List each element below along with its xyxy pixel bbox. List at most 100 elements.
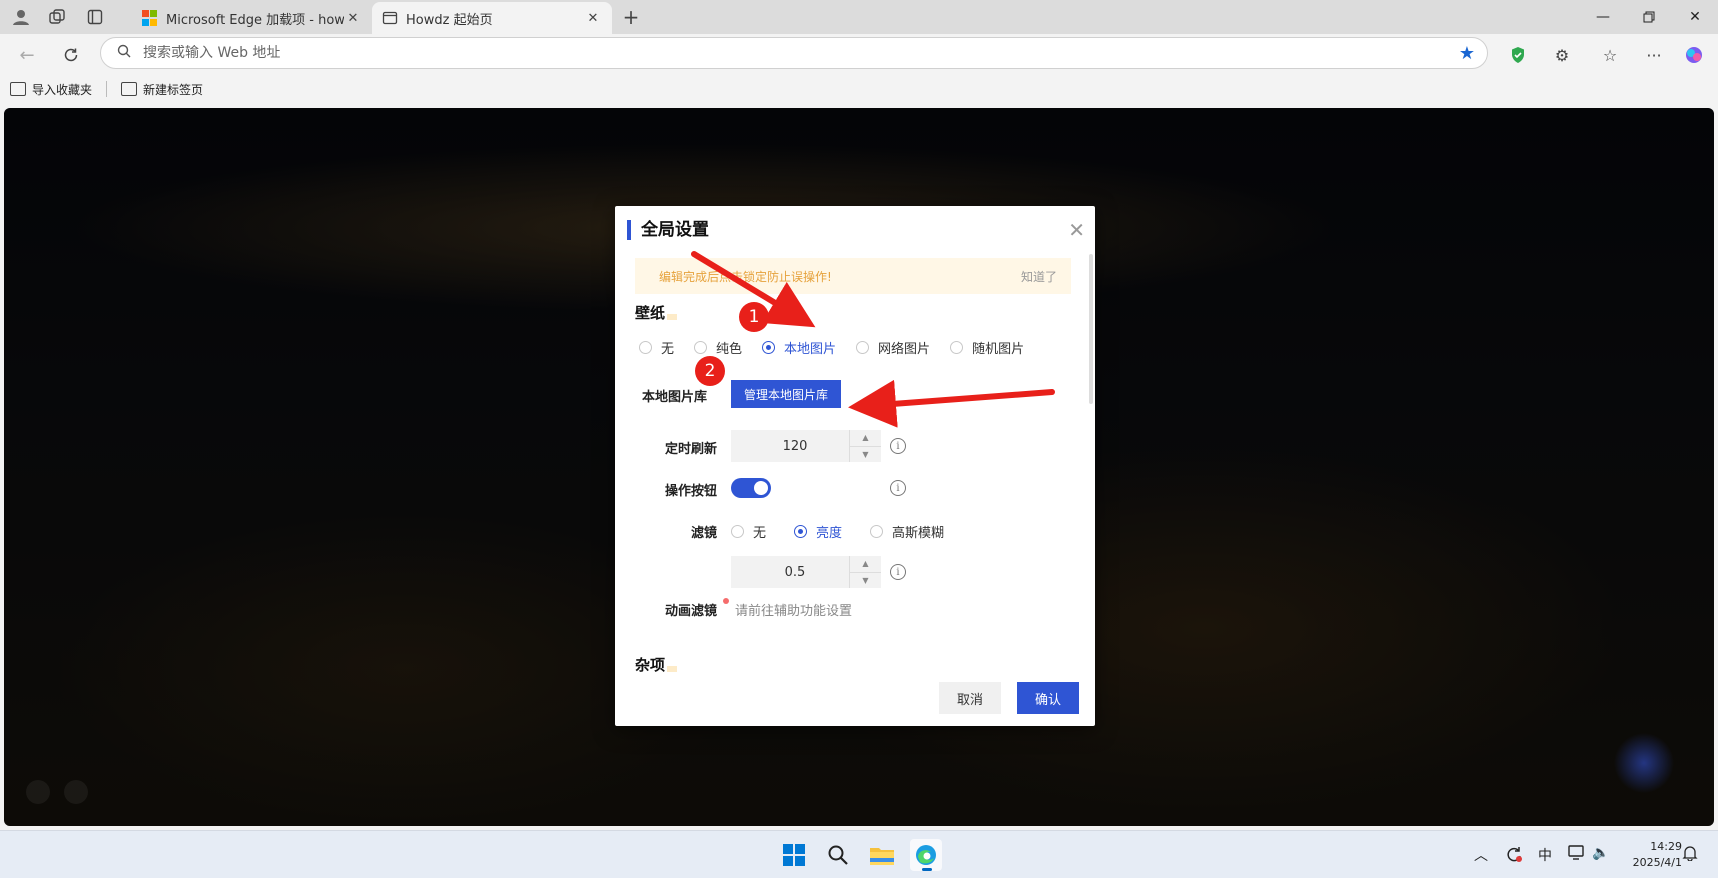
edge-browser-icon[interactable] bbox=[910, 839, 942, 871]
favorites-icon[interactable]: ☆ bbox=[1596, 41, 1624, 69]
bookmark-import-favorites[interactable]: 导入收藏夹 bbox=[10, 81, 92, 98]
radio-dot bbox=[870, 525, 884, 538]
increment-icon[interactable]: ▲ bbox=[850, 430, 881, 447]
radio-dot bbox=[762, 341, 776, 354]
radio-label: 本地图片 bbox=[784, 342, 837, 357]
decrement-icon[interactable]: ▼ bbox=[850, 447, 881, 463]
navigation-bar: ← ★ ⚙ ☆ ··· bbox=[0, 34, 1718, 74]
step-badge-1: 1 bbox=[739, 302, 769, 332]
radio-none[interactable]: 无 bbox=[639, 338, 674, 357]
close-tab-icon[interactable]: ✕ bbox=[344, 11, 362, 26]
corner-button[interactable] bbox=[64, 780, 88, 804]
misc-heading: 杂项 bbox=[635, 654, 677, 675]
close-tab-icon[interactable]: ✕ bbox=[584, 11, 602, 26]
network-icon[interactable] bbox=[1568, 845, 1586, 865]
bookmark-new-tab[interactable]: 新建标签页 bbox=[121, 81, 203, 98]
info-icon[interactable]: i bbox=[890, 564, 906, 580]
system-clock[interactable]: 14:29 2025/4/1 bbox=[1633, 839, 1682, 871]
filter-value[interactable]: 0.5 bbox=[731, 565, 849, 580]
animation-filter-hint-link[interactable]: 请前往辅助功能设置 bbox=[735, 600, 852, 619]
notification-bell-icon[interactable] bbox=[1682, 845, 1698, 865]
confirm-button[interactable]: 确认 bbox=[1017, 682, 1079, 714]
new-tab-icon[interactable]: + bbox=[620, 5, 642, 29]
radio-label: 无 bbox=[661, 342, 675, 357]
scrollbar[interactable] bbox=[1089, 254, 1093, 404]
tab-title: Howdz 起始页 bbox=[406, 12, 493, 28]
bookmark-label: 新建标签页 bbox=[143, 82, 204, 97]
workspaces-icon[interactable] bbox=[46, 6, 68, 28]
increment-icon[interactable]: ▲ bbox=[850, 556, 881, 573]
favorite-star-icon[interactable]: ★ bbox=[1459, 43, 1475, 64]
cancel-button[interactable]: 取消 bbox=[939, 682, 1001, 714]
minimize-icon[interactable]: — bbox=[1580, 0, 1626, 34]
microsoft-logo-icon bbox=[142, 10, 158, 26]
back-icon[interactable]: ← bbox=[14, 42, 40, 68]
copilot-icon[interactable] bbox=[1680, 41, 1708, 69]
manage-local-library-button[interactable]: 管理本地图片库 bbox=[731, 380, 841, 408]
close-icon[interactable]: ✕ bbox=[1068, 218, 1085, 242]
close-window-icon[interactable]: ✕ bbox=[1672, 0, 1718, 34]
action-button-toggle[interactable] bbox=[731, 478, 771, 498]
radio-dot bbox=[950, 341, 964, 354]
radio-solid-color[interactable]: 纯色 bbox=[694, 338, 742, 357]
filter-radio-group: 无 亮度 高斯模糊 bbox=[731, 522, 964, 541]
tab-howdz[interactable]: Howdz 起始页 ✕ bbox=[372, 2, 612, 34]
filter-label: 滤镜 bbox=[690, 526, 717, 541]
filter-radio-gaussian-blur[interactable]: 高斯模糊 bbox=[870, 522, 944, 541]
address-input[interactable] bbox=[143, 45, 1487, 61]
volume-icon[interactable]: 🔈 bbox=[1592, 845, 1609, 861]
radio-label: 亮度 bbox=[816, 526, 843, 541]
refresh-interval-label: 定时刷新 bbox=[664, 442, 717, 457]
file-explorer-icon[interactable] bbox=[866, 839, 898, 871]
search-icon[interactable] bbox=[822, 839, 854, 871]
dialog-title: 全局设置 bbox=[627, 220, 709, 240]
refresh-interval-stepper[interactable]: 120 ▲ ▼ bbox=[731, 430, 881, 462]
wallpaper-heading: 壁纸 bbox=[635, 302, 677, 323]
more-options-icon[interactable]: ··· bbox=[1640, 41, 1668, 69]
browser-essentials-icon[interactable] bbox=[1504, 41, 1532, 69]
filter-radio-none[interactable]: 无 bbox=[731, 522, 766, 541]
taskbar: ︿ 中 🔈 14:29 2025/4/1 bbox=[0, 830, 1718, 878]
radio-label: 网络图片 bbox=[878, 342, 931, 357]
start-windows-icon[interactable] bbox=[778, 839, 810, 871]
address-bar[interactable]: ★ bbox=[100, 37, 1488, 69]
radio-dot bbox=[856, 341, 870, 354]
radio-random-image[interactable]: 随机图片 bbox=[950, 338, 1024, 357]
info-icon[interactable]: i bbox=[890, 438, 906, 454]
filter-radio-brightness[interactable]: 亮度 bbox=[794, 522, 842, 541]
tab-title: Microsoft Edge 加载项 - howdz起 bbox=[166, 12, 344, 28]
search-icon bbox=[117, 44, 131, 62]
tab-edge-addons[interactable]: Microsoft Edge 加载项 - howdz起 ✕ bbox=[132, 2, 372, 34]
profile-icon[interactable] bbox=[10, 6, 32, 28]
radio-label: 随机图片 bbox=[972, 342, 1025, 357]
radio-network-image[interactable]: 网络图片 bbox=[856, 338, 930, 357]
show-hidden-icons-chevron-up-icon[interactable]: ︿ bbox=[1474, 845, 1488, 865]
decrement-icon[interactable]: ▼ bbox=[850, 573, 881, 589]
radio-dot bbox=[639, 341, 652, 354]
tab-bar: Microsoft Edge 加载项 - howdz起 ✕ Howdz 起始页 … bbox=[0, 0, 1718, 34]
divider bbox=[106, 81, 108, 97]
restore-icon[interactable] bbox=[1626, 0, 1672, 34]
wallpaper-type-radio-group: 无 纯色 本地图片 网络图片 随机图片 bbox=[639, 338, 1044, 357]
clock-date: 2025/4/1 bbox=[1632, 856, 1682, 869]
clock-time: 14:29 bbox=[1650, 840, 1682, 853]
input-method-indicator[interactable]: 中 bbox=[1538, 845, 1552, 865]
radio-local-image[interactable]: 本地图片 bbox=[762, 338, 836, 357]
page-icon bbox=[382, 10, 398, 26]
radio-label: 纯色 bbox=[716, 342, 743, 357]
extensions-icon[interactable]: ⚙ bbox=[1548, 41, 1576, 69]
sync-icon[interactable] bbox=[1505, 845, 1523, 867]
bookmarks-bar: 导入收藏夹 新建标签页 bbox=[0, 74, 1718, 104]
refresh-icon[interactable] bbox=[58, 42, 84, 68]
stepper-controls: ▲ ▼ bbox=[849, 556, 881, 588]
vertical-tabs-icon[interactable] bbox=[84, 6, 106, 28]
info-icon[interactable]: i bbox=[890, 480, 906, 496]
notice-dismiss-link[interactable]: 知道了 bbox=[1021, 268, 1057, 285]
radio-dot bbox=[694, 341, 708, 354]
refresh-interval-value[interactable]: 120 bbox=[731, 439, 849, 454]
radio-dot bbox=[731, 525, 744, 538]
filter-value-stepper[interactable]: 0.5 ▲ ▼ bbox=[731, 556, 881, 588]
global-settings-dialog: 全局设置 ✕ 编辑完成后点击锁定防止误操作! 知道了 壁纸 无 纯色 本地图片 … bbox=[615, 206, 1095, 726]
corner-button[interactable] bbox=[26, 780, 50, 804]
new-badge-dot bbox=[723, 598, 729, 604]
